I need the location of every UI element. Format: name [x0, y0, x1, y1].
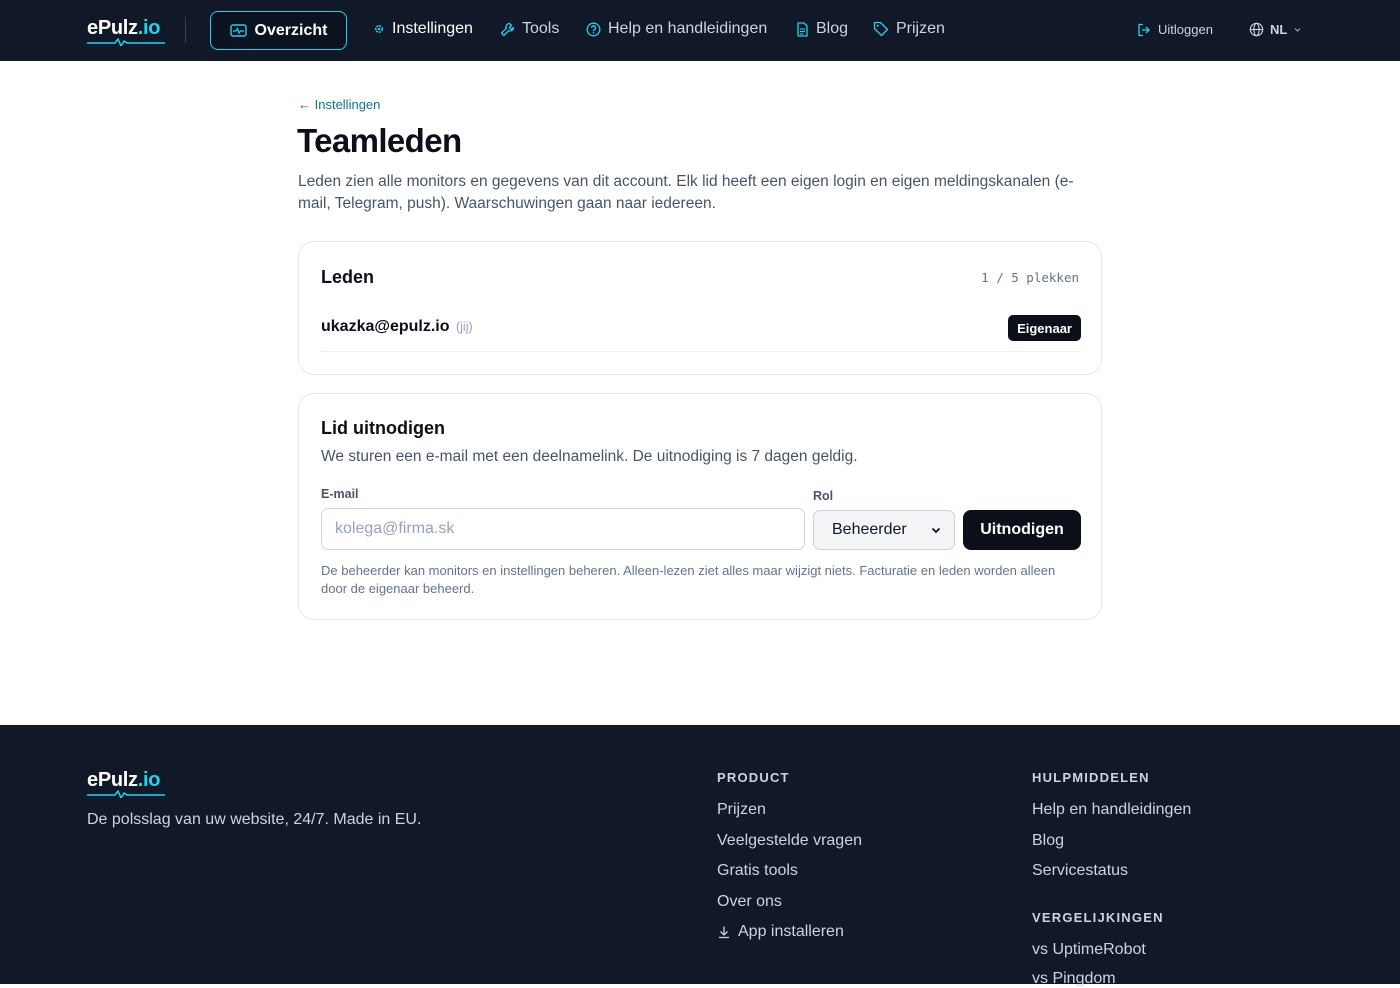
footer-comparisons-title: VERGELIJKINGEN: [1032, 910, 1164, 925]
logo[interactable]: ePulz.io: [87, 17, 165, 46]
footer-tagline: De polsslag van uw website, 24/7. Made i…: [87, 811, 422, 828]
globe-icon: [1249, 22, 1264, 37]
role-select[interactable]: Beheerder: [813, 510, 955, 550]
header-divider: [185, 17, 186, 43]
page-title: Teamleden: [297, 122, 462, 159]
member-row: ukazka@epulz.io (jij) Eigenaar: [321, 314, 1081, 352]
footer-link-faq[interactable]: Veelgestelde vragen: [717, 832, 862, 850]
nav-blog[interactable]: Blog: [796, 20, 848, 38]
email-label: E-mail: [321, 487, 359, 501]
role-label: Rol: [813, 489, 834, 503]
footer-logo-tld: .io: [137, 769, 161, 791]
nav-help[interactable]: Help en handleidingen: [586, 20, 767, 38]
wrench-icon: [500, 22, 515, 36]
dashboard-icon: [229, 23, 247, 37]
footer-logo[interactable]: ePulz.io: [87, 769, 165, 798]
invite-title: Lid uitnodigen: [321, 418, 445, 438]
invite-card: Lid uitnodigen We sturen een e-mail met …: [298, 393, 1102, 620]
nav-settings-label: Instellingen: [392, 20, 473, 37]
invite-description: We sturen een e-mail met een deelnamelin…: [321, 448, 858, 465]
footer-product-title: PRODUCT: [717, 770, 790, 785]
nav-tools-label: Tools: [522, 20, 560, 37]
logo-tld: .io: [137, 17, 161, 39]
footer: ePulz.io De polsslag van uw website, 24/…: [0, 725, 1400, 987]
download-icon: [719, 926, 729, 939]
top-navigation-bar: ePulz.io Overzicht Instellingen Tools He…: [0, 0, 1400, 61]
page-intro: Leden zien alle monitors en gegevens van…: [298, 173, 1074, 212]
language-selector[interactable]: NL: [1249, 22, 1302, 37]
nav-settings[interactable]: Instellingen: [373, 20, 473, 38]
member-email-wrap: ukazka@epulz.io (jij): [321, 318, 473, 336]
footer-link-install-app-label: App installeren: [738, 923, 844, 940]
chevron-down-icon: [1294, 28, 1301, 32]
pulse-line-icon: [87, 790, 165, 798]
nav-blog-label: Blog: [816, 20, 849, 37]
members-title: Leden: [321, 267, 375, 287]
help-circle-icon: [586, 22, 601, 36]
nav-overview-label: Overzicht: [254, 21, 328, 39]
footer-link-help[interactable]: Help en handleidingen: [1032, 801, 1191, 819]
footer-resources-title: HULPMIDDELEN: [1032, 770, 1150, 785]
invite-button[interactable]: Uitnodigen: [963, 510, 1081, 550]
footer-link-about[interactable]: Over ons: [717, 893, 782, 911]
logout-link[interactable]: Uitloggen: [1137, 22, 1213, 37]
footer-link-blog[interactable]: Blog: [1032, 832, 1064, 850]
footer-logo-text: ePulz: [87, 769, 138, 791]
role-badge: Eigenaar: [1008, 315, 1081, 341]
invite-hint: De beheerder kan monitors en instellinge…: [321, 563, 1056, 596]
nav-overview-button[interactable]: Overzicht: [210, 11, 347, 50]
tag-icon: [873, 21, 889, 37]
nav-tools[interactable]: Tools: [500, 20, 559, 38]
pulse-line-icon: [87, 38, 165, 46]
footer-link-vs-pingdom[interactable]: vs Pingdom: [1032, 970, 1116, 988]
email-input[interactable]: [321, 508, 805, 550]
footer-link-pricing[interactable]: Prijzen: [717, 801, 766, 819]
nav-pricing-label: Prijzen: [896, 20, 945, 37]
nav-help-label: Help en handleidingen: [608, 20, 768, 37]
seats-counter: 1 / 5 plekken: [981, 270, 1079, 285]
back-to-settings-link[interactable]: ← Instellingen: [298, 97, 380, 112]
language-label: NL: [1270, 22, 1288, 37]
member-email: ukazka@epulz.io: [321, 318, 450, 335]
footer-link-status[interactable]: Servicestatus: [1032, 862, 1128, 880]
footer-link-vs-uptimerobot[interactable]: vs UptimeRobot: [1032, 941, 1146, 959]
member-you-tag: (jij): [455, 320, 473, 334]
gear-icon: [374, 24, 384, 34]
footer-link-install-app[interactable]: App installeren: [717, 923, 844, 941]
footer-link-free-tools[interactable]: Gratis tools: [717, 862, 798, 880]
members-card: Leden 1 / 5 plekken ukazka@epulz.io (jij…: [298, 241, 1102, 375]
logout-icon: [1138, 23, 1150, 36]
logout-label: Uitloggen: [1158, 22, 1213, 37]
logo-text: ePulz: [87, 17, 138, 39]
role-selected-value: Beheerder: [832, 521, 907, 538]
chevron-down-icon: [931, 527, 941, 534]
document-icon: [797, 21, 808, 37]
nav-pricing[interactable]: Prijzen: [873, 20, 945, 38]
